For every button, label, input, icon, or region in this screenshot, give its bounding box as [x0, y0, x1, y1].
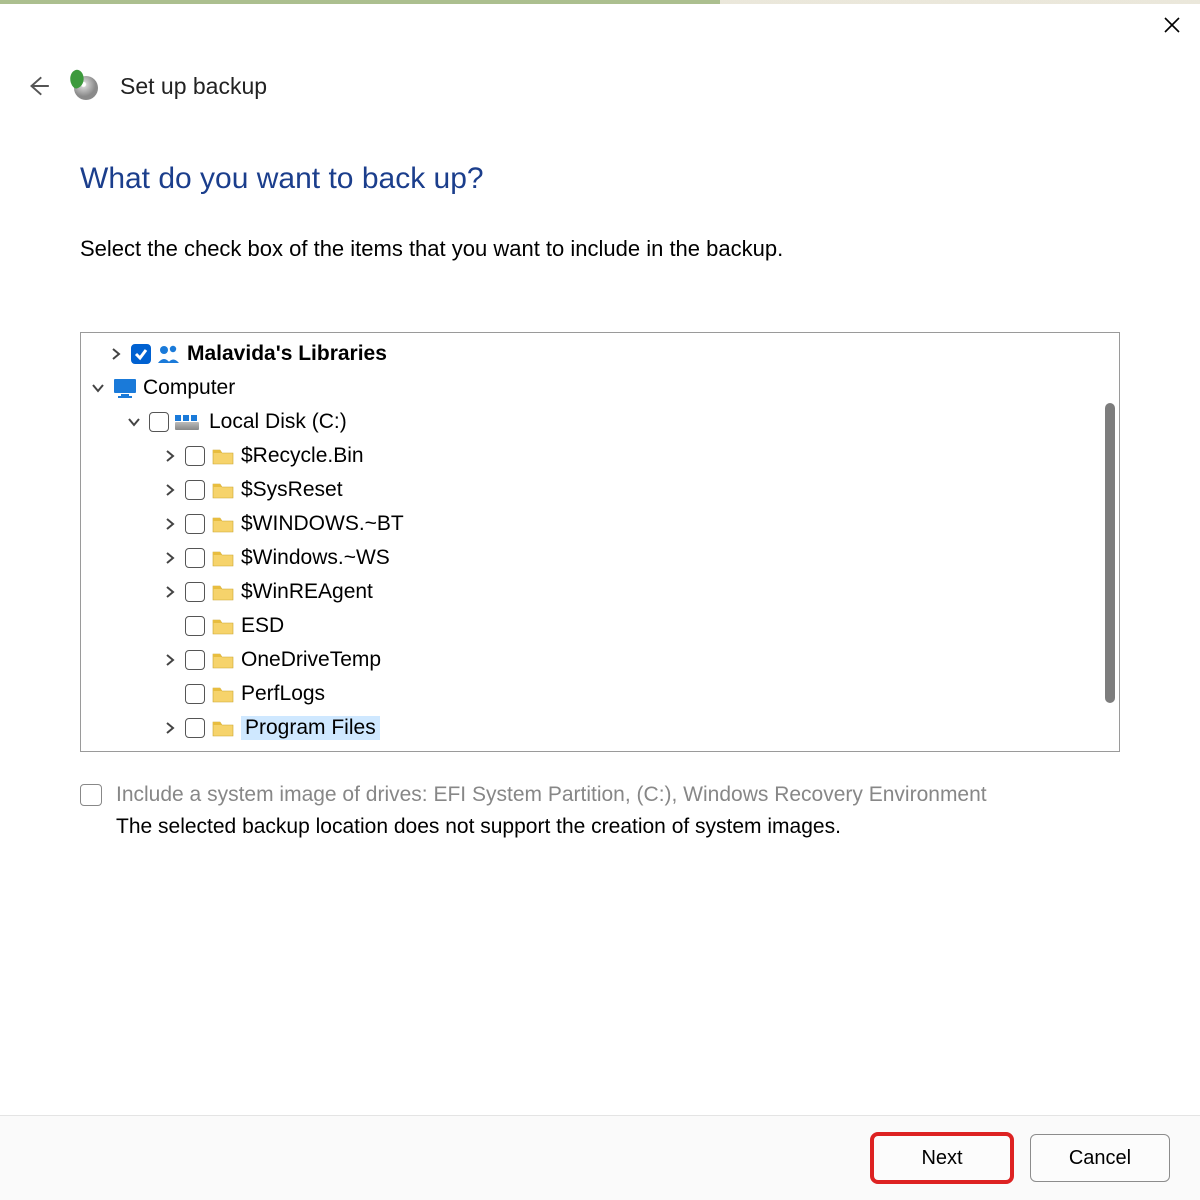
tree-row-folder[interactable]: ESD	[89, 609, 1101, 643]
tree-label: OneDriveTemp	[241, 648, 381, 672]
expander-collapsed-icon[interactable]	[161, 583, 179, 601]
expander-collapsed-icon[interactable]	[161, 515, 179, 533]
tree-row-libraries[interactable]: Malavida's Libraries	[89, 337, 1101, 371]
tree-label: $SysReset	[241, 478, 343, 502]
checkbox-folder[interactable]	[185, 480, 205, 500]
checkbox-libraries[interactable]	[131, 344, 151, 364]
tree-row-computer[interactable]: Computer	[89, 371, 1101, 405]
folder-icon	[211, 478, 235, 502]
window-top-accent	[0, 0, 1200, 4]
tree-label: Computer	[143, 376, 235, 400]
cancel-button[interactable]: Cancel	[1030, 1134, 1170, 1182]
tree-label: Program Files	[241, 716, 380, 740]
libraries-icon	[157, 342, 181, 366]
arrow-left-icon	[25, 73, 51, 99]
close-icon	[1163, 16, 1181, 34]
next-button[interactable]: Next	[872, 1134, 1012, 1182]
folder-icon	[211, 614, 235, 638]
backup-items-tree[interactable]: Malavida's Libraries Computer	[80, 332, 1120, 752]
expander-collapsed-icon[interactable]	[161, 651, 179, 669]
checkbox-folder[interactable]	[185, 582, 205, 602]
page-instruction: Select the check box of the items that y…	[80, 236, 1120, 262]
tree-label: ESD	[241, 614, 284, 638]
expander-collapsed-icon[interactable]	[161, 719, 179, 737]
backup-wizard-icon	[70, 70, 102, 102]
expander-expanded-icon[interactable]	[89, 379, 107, 397]
checkbox-folder[interactable]	[185, 650, 205, 670]
expander-expanded-icon[interactable]	[125, 413, 143, 431]
button-bar: Next Cancel	[0, 1115, 1200, 1200]
scrollbar-thumb[interactable]	[1105, 403, 1115, 703]
tree-row-folder[interactable]: $SysReset	[89, 473, 1101, 507]
tree-label: $Recycle.Bin	[241, 444, 364, 468]
back-button[interactable]	[24, 72, 52, 100]
checkbox-folder[interactable]	[185, 514, 205, 534]
checkbox-folder[interactable]	[185, 548, 205, 568]
close-button[interactable]	[1162, 15, 1182, 35]
expander-collapsed-icon[interactable]	[161, 481, 179, 499]
checkbox-folder[interactable]	[185, 684, 205, 704]
tree-row-folder[interactable]: $Recycle.Bin	[89, 439, 1101, 473]
tree-row-folder[interactable]: $WinREAgent	[89, 575, 1101, 609]
drive-icon	[175, 410, 203, 434]
checkbox-local-disk[interactable]	[149, 412, 169, 432]
tree-label: PerfLogs	[241, 682, 325, 706]
tree-row-folder[interactable]: $Windows.~WS	[89, 541, 1101, 575]
system-image-warning: The selected backup location does not su…	[116, 815, 987, 839]
expander-collapsed-icon[interactable]	[107, 345, 125, 363]
tree-label: Local Disk (C:)	[209, 410, 347, 434]
tree-row-local-disk[interactable]: Local Disk (C:)	[89, 405, 1101, 439]
tree-row-folder[interactable]: Program Files	[89, 711, 1101, 745]
expander-collapsed-icon[interactable]	[161, 549, 179, 567]
tree-label: $WinREAgent	[241, 580, 373, 604]
folder-icon	[211, 546, 235, 570]
folder-icon	[211, 580, 235, 604]
checkbox-folder[interactable]	[185, 446, 205, 466]
computer-icon	[113, 376, 137, 400]
checkbox-folder[interactable]	[185, 616, 205, 636]
tree-row-folder[interactable]: OneDriveTemp	[89, 643, 1101, 677]
tree-label: $WINDOWS.~BT	[241, 512, 404, 536]
folder-icon	[211, 648, 235, 672]
folder-icon	[211, 512, 235, 536]
system-image-option-label: Include a system image of drives: EFI Sy…	[116, 780, 987, 809]
tree-label: $Windows.~WS	[241, 546, 390, 570]
folder-icon	[211, 716, 235, 740]
tree-row-folder[interactable]: $WINDOWS.~BT	[89, 507, 1101, 541]
folder-icon	[211, 444, 235, 468]
folder-icon	[211, 682, 235, 706]
page-heading: What do you want to back up?	[80, 162, 1120, 196]
tree-label: Malavida's Libraries	[187, 342, 387, 366]
expander-collapsed-icon[interactable]	[161, 447, 179, 465]
checkbox-folder[interactable]	[185, 718, 205, 738]
window-title: Set up backup	[120, 73, 267, 100]
tree-row-folder[interactable]: PerfLogs	[89, 677, 1101, 711]
checkbox-system-image	[80, 784, 102, 806]
